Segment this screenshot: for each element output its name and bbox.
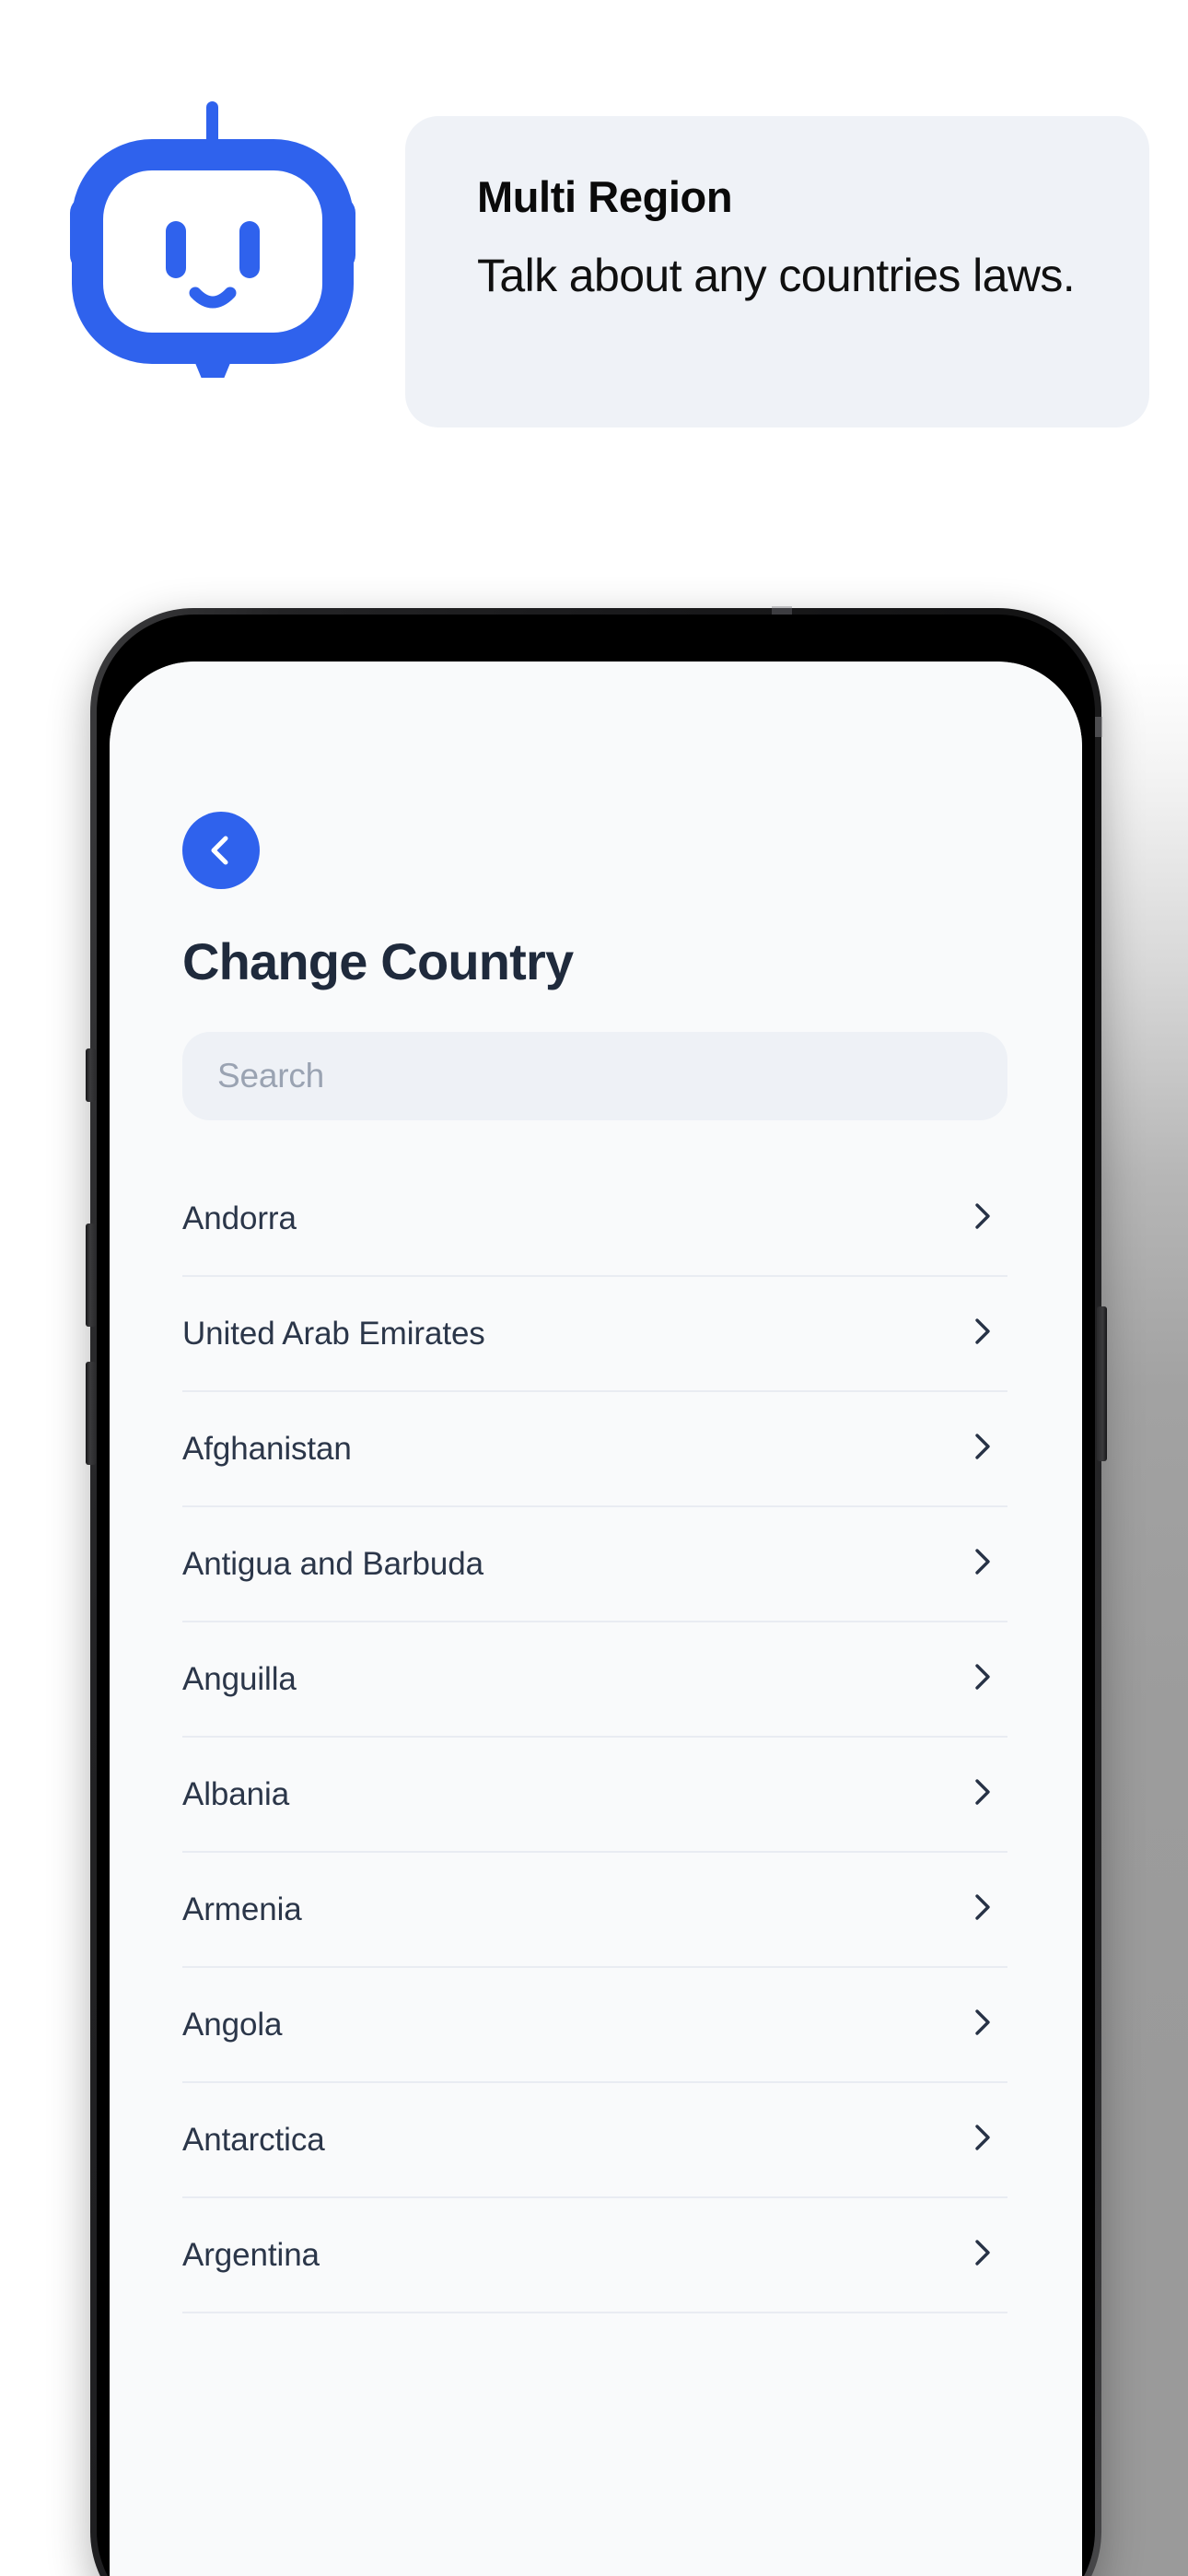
app-screen-change-country: Change Country Search Andorra United Arab…: [110, 662, 1082, 2576]
country-list-item[interactable]: Andorra: [182, 1162, 1007, 1277]
robot-avatar-icon: [70, 101, 355, 405]
country-list-item[interactable]: Antigua and Barbuda: [182, 1507, 1007, 1622]
country-list-item[interactable]: Anguilla: [182, 1622, 1007, 1738]
antenna-band-right: [1094, 717, 1102, 737]
chevron-left-icon: [201, 830, 241, 871]
chevron-right-icon: [965, 1891, 998, 1928]
search-input[interactable]: Search: [182, 1032, 1007, 1120]
country-name-label: Antarctica: [182, 2121, 325, 2158]
mute-switch-button[interactable]: [86, 1048, 96, 1102]
country-list-item[interactable]: Argentina: [182, 2198, 1007, 2313]
country-name-label: Antigua and Barbuda: [182, 1545, 483, 1582]
country-name-label: Angola: [182, 2006, 283, 2043]
country-list-item[interactable]: Armenia: [182, 1853, 1007, 1968]
chevron-right-icon: [965, 1545, 998, 1583]
chevron-right-icon: [965, 2121, 998, 2159]
country-name-label: Andorra: [182, 1200, 297, 1236]
search-placeholder-label: Search: [217, 1057, 325, 1095]
promo-speech-bubble: Multi Region Talk about any countries la…: [405, 116, 1149, 427]
country-list-item[interactable]: Albania: [182, 1738, 1007, 1853]
country-list-item[interactable]: Antarctica: [182, 2083, 1007, 2198]
promo-body-text: Talk about any countries laws.: [477, 250, 1076, 301]
country-list[interactable]: Andorra United Arab Emirates Afghanistan An…: [182, 1162, 1007, 2313]
antenna-band-top: [772, 606, 792, 615]
chevron-right-icon: [965, 1315, 998, 1352]
chevron-right-icon: [965, 2236, 998, 2274]
chevron-right-icon: [965, 1660, 998, 1698]
country-name-label: Afghanistan: [182, 1430, 352, 1467]
chevron-right-icon: [965, 1200, 998, 1237]
chevron-right-icon: [965, 2006, 998, 2043]
phone-screen: Change Country Search Andorra United Arab…: [110, 662, 1082, 2576]
country-name-label: Argentina: [182, 2236, 320, 2273]
volume-down-button[interactable]: [86, 1362, 96, 1465]
screenshot-root: Multi Region Talk about any countries la…: [0, 0, 1188, 2576]
back-button[interactable]: [182, 812, 260, 889]
promo-title: Multi Region: [477, 172, 733, 221]
country-list-item[interactable]: United Arab Emirates: [182, 1277, 1007, 1392]
page-title: Change Country: [182, 932, 574, 990]
chevron-right-icon: [965, 1775, 998, 1813]
power-button[interactable]: [1097, 1306, 1107, 1461]
country-list-item[interactable]: Afghanistan: [182, 1392, 1007, 1507]
volume-up-button[interactable]: [86, 1224, 96, 1327]
country-name-label: Armenia: [182, 1891, 302, 1927]
promo-header: Multi Region Talk about any countries la…: [0, 0, 1188, 590]
phone-mockup: Change Country Search Andorra United Arab…: [86, 606, 1112, 2576]
country-name-label: United Arab Emirates: [182, 1315, 485, 1352]
country-list-item[interactable]: Angola: [182, 1968, 1007, 2083]
country-name-label: Albania: [182, 1775, 290, 1812]
chevron-right-icon: [965, 1430, 998, 1468]
country-name-label: Anguilla: [182, 1660, 297, 1697]
